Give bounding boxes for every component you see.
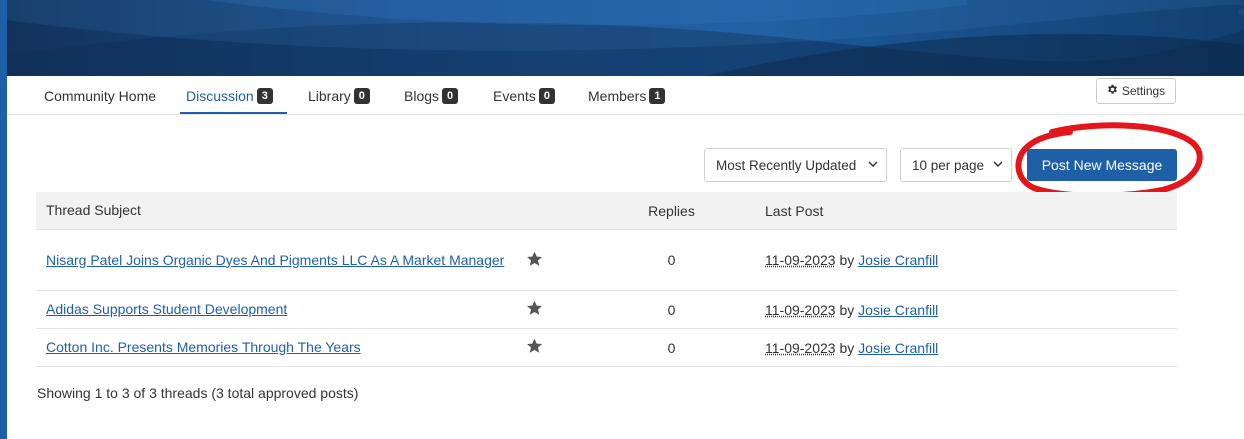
table-row: Nisarg Patel Joins Organic Dyes And Pigm… [36, 229, 1177, 291]
count-badge: 1 [649, 88, 666, 104]
last-post-cell: 11-09-2023 by Josie Cranfill [755, 290, 1177, 329]
last-post-date: 11-09-2023 [765, 252, 836, 268]
last-post-date: 11-09-2023 [765, 339, 836, 356]
tab-label: Discussion [186, 88, 254, 104]
header-last-post: Last Post [755, 192, 1177, 230]
red-annotation-circle [1015, 122, 1203, 199]
tab-label: Members [588, 88, 647, 104]
count-badge: 0 [538, 88, 555, 104]
table-header-row: Thread Subject Replies Last Post [36, 192, 1177, 230]
by-text: by [839, 301, 855, 318]
replies-count: 0 [588, 328, 755, 367]
gear-icon [1107, 84, 1118, 98]
by-text: by [839, 252, 855, 268]
chevron-down-icon [867, 158, 879, 173]
last-post-date: 11-09-2023 [765, 301, 836, 318]
tab-library[interactable]: Library 0 [308, 84, 370, 108]
last-post-cell: 11-09-2023 by Josie Cranfill [755, 229, 1177, 291]
tab-label: Blogs [404, 88, 440, 104]
star-icon[interactable] [526, 338, 543, 357]
author-link[interactable]: Josie Cranfill [858, 302, 938, 318]
count-badge: 3 [256, 88, 273, 104]
table-row: Cotton Inc. Presents Memories Through Th… [36, 328, 1177, 367]
author-link[interactable]: Josie Cranfill [858, 252, 938, 268]
per-page-value: 10 per page [912, 157, 985, 173]
star-icon[interactable] [526, 251, 543, 270]
replies-count: 0 [588, 229, 755, 291]
tab-events[interactable]: Events 0 [493, 84, 555, 108]
community-banner [7, 0, 1244, 76]
sort-select[interactable]: Most Recently Updated [704, 148, 887, 182]
tab-members[interactable]: Members 1 [588, 84, 666, 108]
chevron-down-icon [992, 158, 1004, 173]
count-badge: 0 [442, 88, 459, 104]
threads-summary: Showing 1 to 3 of 3 threads (3 total app… [37, 385, 359, 401]
author-link[interactable]: Josie Cranfill [858, 340, 938, 356]
header-star [516, 192, 588, 230]
by-text: by [839, 339, 855, 356]
star-icon[interactable] [526, 300, 543, 319]
replies-count: 0 [588, 290, 755, 329]
settings-button[interactable]: Settings [1096, 78, 1176, 104]
community-nav: Community Home Discussion 3 Library 0 Bl… [7, 76, 1244, 115]
threads-table: Thread Subject Replies Last Post Nisarg … [36, 192, 1177, 367]
sort-value: Most Recently Updated [716, 157, 857, 173]
per-page-select[interactable]: 10 per page [900, 148, 1012, 182]
tab-label: Library [308, 88, 351, 104]
last-post-cell: 11-09-2023 by Josie Cranfill [755, 328, 1177, 367]
header-thread-subject: Thread Subject [36, 192, 516, 230]
tab-label: Events [493, 88, 536, 104]
thread-subject-link[interactable]: Cotton Inc. Presents Memories Through Th… [46, 339, 361, 355]
header-replies: Replies [588, 192, 755, 230]
table-row: Adidas Supports Student Development 0 11… [36, 290, 1177, 329]
tab-label: Community Home [44, 88, 157, 104]
left-accent-border [0, 0, 7, 439]
thread-subject-link[interactable]: Adidas Supports Student Development [46, 301, 287, 317]
settings-label: Settings [1121, 84, 1166, 98]
count-badge: 0 [353, 88, 370, 104]
thread-subject-link[interactable]: Nisarg Patel Joins Organic Dyes And Pigm… [46, 252, 504, 268]
tab-discussion[interactable]: Discussion 3 [180, 84, 287, 114]
tab-blogs[interactable]: Blogs 0 [404, 84, 459, 108]
tab-community-home[interactable]: Community Home [44, 84, 156, 108]
